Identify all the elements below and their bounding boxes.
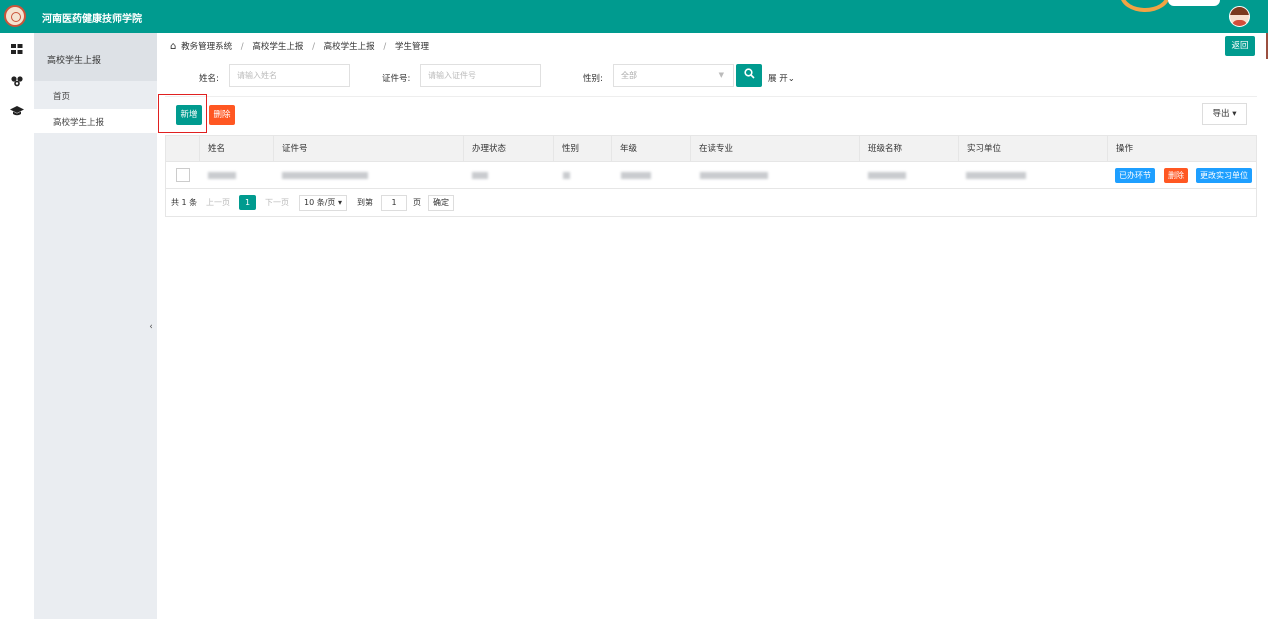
scrollbar-thumb[interactable] [1262,33,1268,59]
column-header: 操作 [1107,136,1257,162]
graduation-cap-icon[interactable] [10,105,24,119]
breadcrumb-separator: / [312,42,315,52]
completed-steps-button[interactable]: 已办环节 [1115,168,1155,183]
sidebar: 高校学生上报 首页 高校学生上报 [34,33,157,619]
goto-label: 到第 [357,198,373,207]
column-header[interactable]: 年级 [611,136,690,162]
add-button[interactable]: 新增 [176,105,202,125]
pagination: 共 1 条 上一页 1 下一页 10 条/页 ▾ 到第 1 页 确定 [166,189,1256,216]
column-header[interactable]: 办理状态 [463,136,553,162]
select-cell [166,162,199,189]
search-icon [743,68,755,79]
decor-ring [1120,0,1170,12]
breadcrumb-item-current: 学生管理 [394,42,429,52]
expand-toggle[interactable]: 展 开⌄ [768,72,795,84]
column-header[interactable]: 证件号 [273,136,463,162]
column-header[interactable]: 在读专业 [690,136,859,162]
sidebar-item-student-report[interactable]: 高校学生上报 [34,109,157,133]
name-label: 姓名: [199,74,219,84]
prev-page[interactable]: 上一页 [206,189,230,216]
divider [165,96,1257,97]
avatar-body [1232,20,1247,26]
school-logo [4,5,26,27]
breadcrumb-item[interactable]: 教务管理系统 [181,42,232,52]
id-number-input[interactable]: 请输入证件号 [420,64,541,87]
home-icon[interactable]: ⌂ [170,41,176,52]
breadcrumb-separator: / [383,42,387,52]
redacted-major [700,172,768,179]
table-row[interactable]: 已办环节 删除 更改实习单位 [166,162,1256,189]
column-header[interactable]: 实习单位 [958,136,1107,162]
app-title: 河南医药健康技师学院 [42,14,142,25]
icon-rail [0,33,34,619]
user-avatar[interactable] [1229,6,1250,27]
gender-label: 性别: [583,74,603,84]
goto-page-input[interactable]: 1 [381,195,407,211]
row-checkbox[interactable] [176,168,190,182]
gender-select[interactable]: 全部 [613,64,734,87]
column-header[interactable]: 姓名 [199,136,273,162]
sidebar-item-label: 高校学生上报 [53,118,105,128]
redacted-internship-unit [966,172,1026,179]
student-table: 姓名 证件号 办理状态 性别 年级 在读专业 班级名称 实习单位 操作 已办环节… [165,135,1257,217]
breadcrumb-item[interactable]: 高校学生上报 [324,42,375,52]
breadcrumb: ⌂ 教务管理系统 / 高校学生上报 / 高校学生上报 / 学生管理 [170,40,429,52]
grid-icon[interactable] [10,43,24,57]
redacted-gender [563,172,570,179]
redacted-class-name [868,172,906,179]
sidebar-section-title: 高校学生上报 [47,56,102,66]
total-count: 共 1 条 [171,198,198,207]
page-size-select[interactable]: 10 条/页 ▾ [299,195,347,211]
redacted-status [472,172,488,179]
decor-pill [1168,0,1220,6]
column-header[interactable]: 性别 [553,136,611,162]
avatar-hair [1230,7,1249,15]
sidebar-section-header[interactable]: 高校学生上报 [34,33,157,81]
redacted-name [208,172,236,179]
users-icon[interactable] [10,75,24,89]
id-label: 证件号: [382,74,411,84]
sidebar-collapse-toggle[interactable]: ‹ [145,311,157,343]
select-column-header [166,136,199,162]
breadcrumb-separator: / [240,42,244,52]
column-header[interactable]: 班级名称 [859,136,958,162]
sidebar-item-home[interactable]: 首页 [34,83,157,107]
search-button[interactable] [736,64,762,87]
top-header: 河南医药健康技师学院 [0,0,1268,33]
redacted-grade [621,172,651,179]
delete-button[interactable]: 删除 [209,105,235,125]
current-page[interactable]: 1 [239,195,256,210]
change-internship-unit-button[interactable]: 更改实习单位 [1196,168,1252,183]
table-header: 姓名 证件号 办理状态 性别 年级 在读专业 班级名称 实习单位 操作 [166,136,1256,162]
sidebar-item-label: 首页 [53,92,71,102]
goto-confirm-button[interactable]: 确定 [428,195,454,211]
back-button[interactable]: 返回 [1225,36,1255,56]
export-button[interactable]: 导出 ▾ [1202,103,1247,125]
page-suffix: 页 [413,198,421,207]
breadcrumb-item[interactable]: 高校学生上报 [252,42,303,52]
redacted-id-number [282,172,368,179]
next-page[interactable]: 下一页 [265,189,289,216]
name-input[interactable]: 请输入姓名 [229,64,350,87]
row-delete-button[interactable]: 删除 [1164,168,1188,183]
